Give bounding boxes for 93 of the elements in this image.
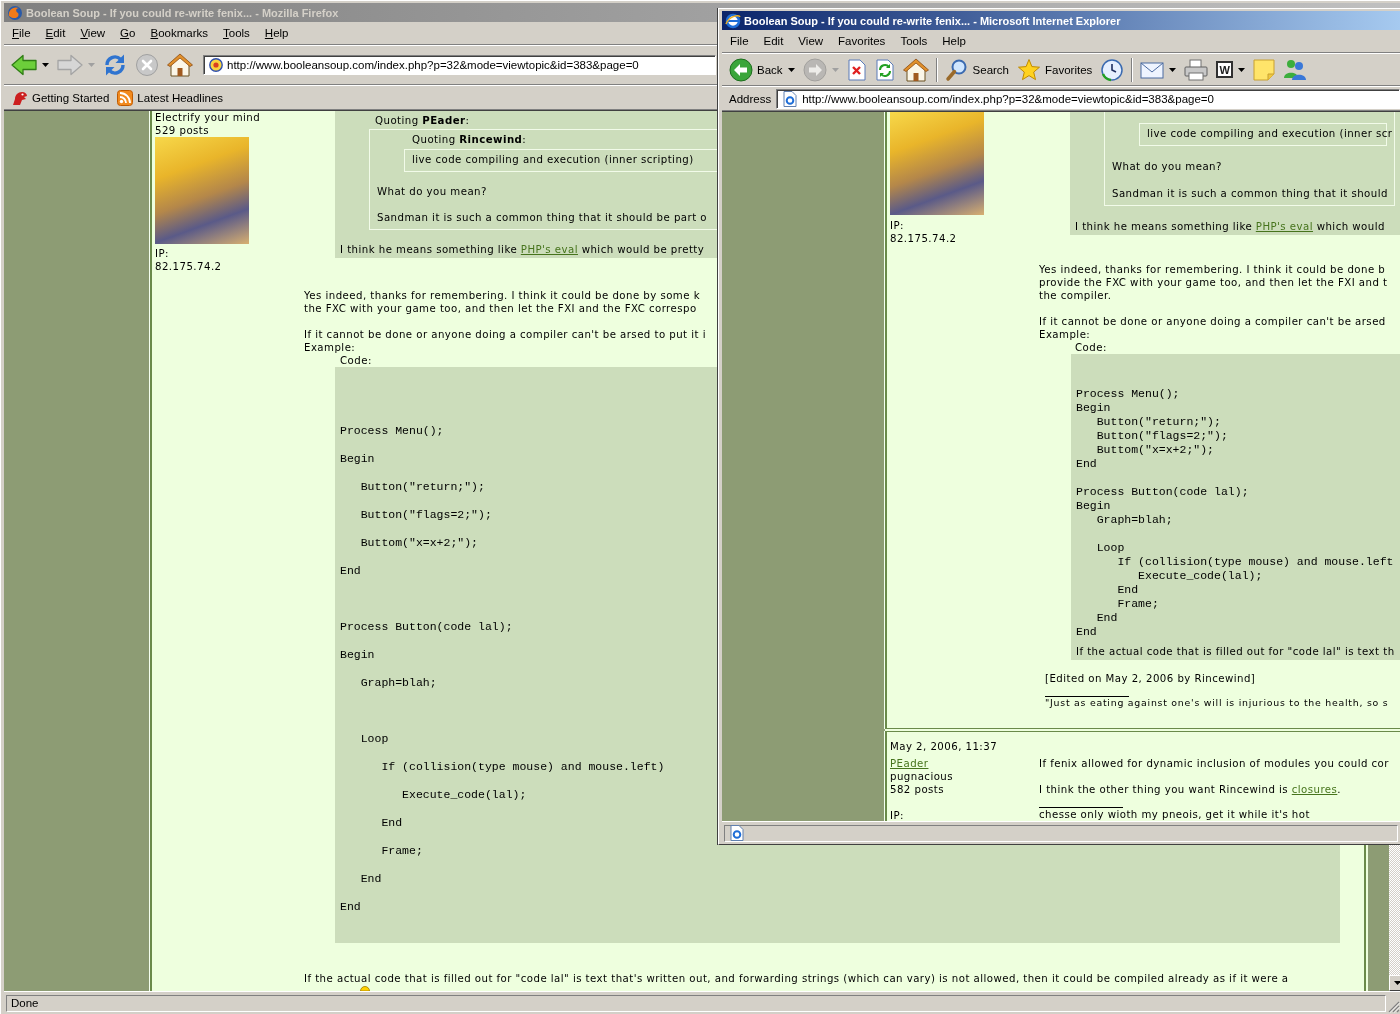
house-icon <box>902 57 929 82</box>
post-text: If the actual code that is filled out for "code lal" is text th <box>1076 645 1395 658</box>
code-text: Process Menu(); Begin Button("return;"); Button("flags=2;"); Buttom("x=x+2;"); End Process Button(code lal); Begin Graph=blah; Loop If (collision(type mouse) and mouse.left) Execute_code(lal); End Frame; End End <box>340 423 665 915</box>
window-title: Boolean Soup - If you could re-write fenix... - Microsoft Internet Explorer <box>744 14 1121 27</box>
edit-note: [Edited on May 2, 2006 by Rincewind] <box>1045 672 1256 685</box>
envelope-icon <box>1140 59 1165 80</box>
caret-icon <box>88 63 95 67</box>
quote-heading: Quoting Rincewind: <box>412 133 527 146</box>
back-button[interactable]: Back <box>725 54 787 85</box>
quote-text: Sandman it is such a common thing that it should <box>1112 187 1388 200</box>
quote-text: live code compiling and execution (inner scripting) <box>412 153 694 166</box>
code-text: Process Menu(); Begin Button("return;"); Button("flags=2;"); Buttom("x=x+2;"); End Process Button(code lal); Begin Graph=blah; Loop If (collision(type mouse) and mouse.left Execute_code(lal); End Frame; End End <box>1076 387 1394 639</box>
post-text: If the actual code that is filled out for "code lal" is text that's written out, and forwarding strings (which can vary) is not allowed, then it could be compiled already as if it were a <box>304 972 1289 985</box>
post-date: May 2, 2006, 11:37 <box>890 740 998 753</box>
search-icon <box>944 57 969 82</box>
user-rank: pugnacious <box>890 770 954 783</box>
window-title: Boolean Soup - If you could re-write fenix... - Mozilla Firefox <box>26 6 339 19</box>
menu-item[interactable]: View <box>790 33 831 49</box>
ip-address: 82.175.74.2 <box>155 260 222 273</box>
favorites-button[interactable]: Favorites <box>1013 54 1097 85</box>
star-icon <box>1017 57 1041 82</box>
emoticon-icon <box>360 986 370 991</box>
post-text: If it cannot be done or anyone doing a compiler can't be arsed Example: <box>1039 315 1386 341</box>
page-icon <box>782 90 799 107</box>
search-button[interactable]: Search <box>940 54 1013 85</box>
menu-item[interactable]: Help <box>934 33 973 49</box>
note-icon <box>1253 58 1276 81</box>
status-text: Done <box>11 997 39 1009</box>
left-arrow-icon <box>11 54 37 76</box>
printer-icon <box>1184 57 1209 82</box>
bookmark-item[interactable]: Getting Started <box>9 89 113 106</box>
signature: chesse only wioth my pneois, get it while it's hot <box>1039 808 1310 821</box>
post-text: Yes indeed, thanks for remembering. I think it could be done b provide the FXC with your game too, and then let the FXI and t the compiler. <box>1039 263 1388 302</box>
app-icon <box>7 4 23 21</box>
post-text: I think he means something like PHP's eval which would <box>1075 220 1385 233</box>
post-count: 582 posts <box>890 783 945 796</box>
quote-text: live code compiling and execution (inner scr <box>1147 127 1393 140</box>
site-icon <box>209 58 223 72</box>
quote-text: What do you mean? <box>377 185 487 198</box>
dinosaur-icon <box>12 89 28 106</box>
link[interactable]: PHP's eval <box>520 244 578 255</box>
menu-item[interactable]: Edit <box>37 25 73 41</box>
feed-icon <box>117 89 134 106</box>
caret-icon <box>1169 67 1177 72</box>
address-field[interactable]: http://www.booleansoup.com/index.php?p=32&mode=viewtopic&id=383&page=0 <box>203 55 716 75</box>
people-icon <box>1283 57 1308 82</box>
menu-item[interactable]: Bookmarks <box>142 25 215 41</box>
house-icon <box>167 53 193 77</box>
menu-item[interactable]: Help <box>256 25 296 41</box>
quote-heading: Quoting PEader: <box>375 114 470 127</box>
quote-text: What do you mean? <box>1112 160 1222 173</box>
menu-item[interactable]: Favorites <box>830 33 893 49</box>
down-arrow-icon <box>1393 981 1400 985</box>
stop-icon <box>135 53 159 77</box>
menu-item[interactable]: Tools <box>215 25 257 41</box>
post-text: If it cannot be done or anyone doing a compiler can't be arsed to put it i Example: <box>304 328 706 354</box>
caret-icon <box>1238 67 1246 72</box>
signature: "Just as eating against one's will is injurious to the health, so s <box>1045 697 1389 709</box>
caret-icon <box>787 67 795 72</box>
menu-item[interactable]: Go <box>112 25 143 41</box>
menu-item[interactable]: View <box>72 25 113 41</box>
post-count: 529 posts <box>155 124 210 137</box>
menu-item[interactable]: Tools <box>892 33 935 49</box>
right-arrow-icon <box>57 54 83 76</box>
bookmark-item[interactable]: Latest Headlines <box>114 89 227 106</box>
post-text: I think the other thing you want Rincewind is closures. <box>1039 783 1342 796</box>
menu-item[interactable]: File <box>4 25 38 41</box>
ip-label: IP: <box>890 219 904 232</box>
author-link[interactable]: PEader <box>890 758 929 769</box>
ip-address: 82.175.74.2 <box>890 232 957 245</box>
post-text: If fenix allowed for dynamic inclusion of modules you could cor <box>1039 757 1389 770</box>
link[interactable]: PHP's eval <box>1255 221 1313 232</box>
post-text: I think he means something like PHP's eval which would be pretty <box>340 243 705 256</box>
app-icon <box>725 12 741 29</box>
ip-label: IP: <box>155 247 169 260</box>
user-rank: Electrify your mind <box>155 111 261 124</box>
code-label: Code: <box>340 354 372 367</box>
refresh-icon <box>874 58 895 81</box>
menu-item[interactable]: Edit <box>755 33 791 49</box>
caret-icon <box>831 67 839 72</box>
reload-icon <box>103 53 127 77</box>
address-label: Address <box>729 92 772 105</box>
code-label: Code: <box>1075 341 1107 354</box>
page-icon <box>729 825 745 841</box>
edit-button[interactable]: W <box>1212 54 1238 85</box>
stop-icon <box>846 58 867 81</box>
post-text: Yes indeed, thanks for remembering. I think it could be done by some k the FXC with your game too, and then let the FXI and the FXC correspo <box>304 289 700 315</box>
clock-icon <box>1100 57 1125 82</box>
quote-text: Sandman it is such a common thing that it should be part o <box>377 211 707 224</box>
address-field[interactable]: http://www.booleansoup.com/index.php?p=32&mode=viewtopic&id=383&page=0 <box>776 88 1400 109</box>
ip-label: IP: <box>890 809 904 821</box>
menu-item[interactable]: File <box>722 33 756 49</box>
caret-icon <box>42 63 49 67</box>
